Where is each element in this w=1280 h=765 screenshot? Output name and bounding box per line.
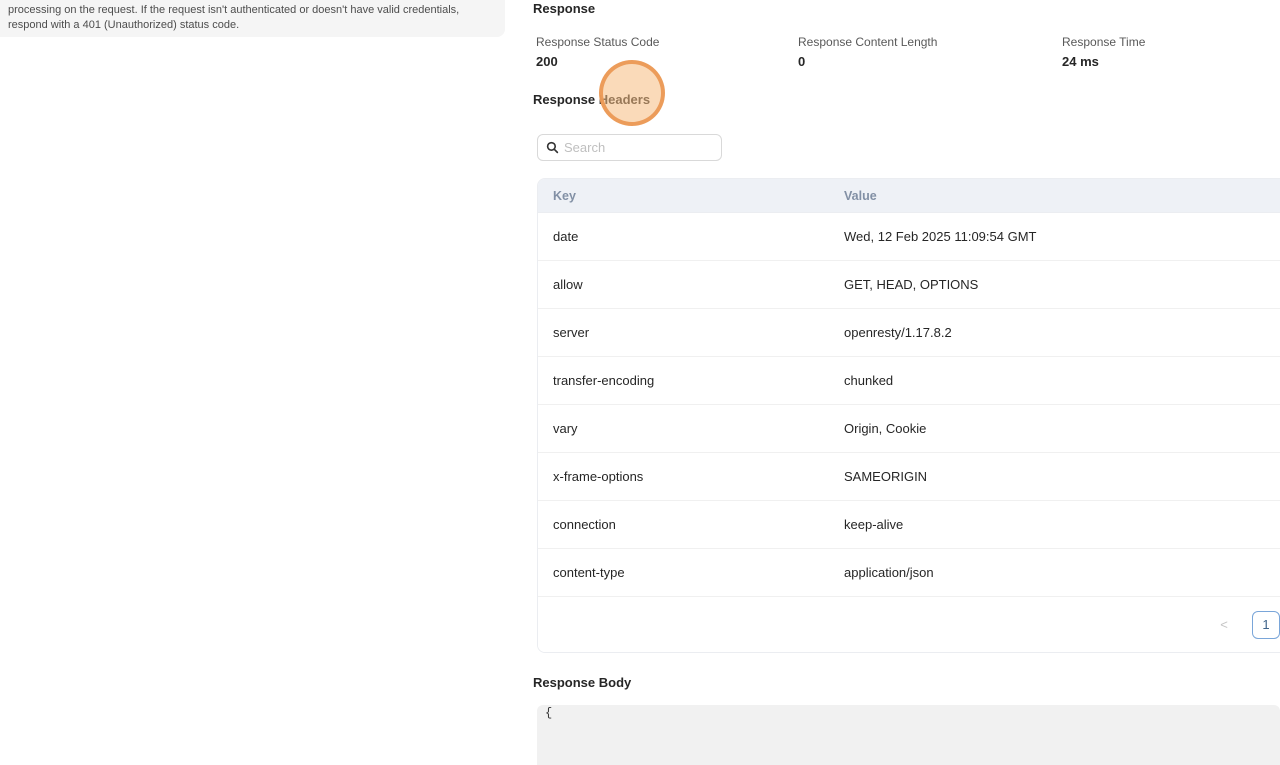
header-key: transfer-encoding bbox=[538, 373, 844, 388]
header-value: Origin, Cookie bbox=[844, 421, 1280, 436]
table-row: x-frame-options SAMEORIGIN bbox=[538, 453, 1280, 501]
table-row: server openresty/1.17.8.2 bbox=[538, 309, 1280, 357]
request-note-box: processing on the request. If the reques… bbox=[0, 0, 505, 37]
header-value: GET, HEAD, OPTIONS bbox=[844, 277, 1280, 292]
header-search-box[interactable] bbox=[537, 134, 722, 161]
stat-value: 24 ms bbox=[1062, 54, 1145, 69]
response-detail-page: { "note_box": { "text": "processing on t… bbox=[0, 0, 1280, 713]
header-key: allow bbox=[538, 277, 844, 292]
search-icon bbox=[546, 141, 559, 154]
table-row: connection keep-alive bbox=[538, 501, 1280, 549]
header-value: application/json bbox=[844, 565, 1280, 580]
response-body-title: Response Body bbox=[533, 675, 631, 690]
header-value: chunked bbox=[844, 373, 1280, 388]
response-headers-table: Key Value date Wed, 12 Feb 2025 11:09:54… bbox=[537, 178, 1280, 653]
header-key: x-frame-options bbox=[538, 469, 844, 484]
response-body-preview: { bbox=[545, 706, 552, 720]
response-body-code-block: { bbox=[537, 705, 1280, 765]
stat-label: Response Time bbox=[1062, 35, 1145, 49]
stat-label: Response Content Length bbox=[798, 35, 937, 49]
header-value: Wed, 12 Feb 2025 11:09:54 GMT bbox=[844, 229, 1280, 244]
stat-label: Response Status Code bbox=[536, 35, 659, 49]
header-value: SAMEORIGIN bbox=[844, 469, 1280, 484]
column-header-key: Key bbox=[538, 189, 844, 203]
stat-value: 0 bbox=[798, 54, 937, 69]
pagination-page-1-button[interactable]: 1 bbox=[1252, 611, 1280, 639]
table-row: transfer-encoding chunked bbox=[538, 357, 1280, 405]
table-row: content-type application/json bbox=[538, 549, 1280, 597]
stat-response-content-length: Response Content Length 0 bbox=[798, 35, 937, 69]
table-row: vary Origin, Cookie bbox=[538, 405, 1280, 453]
table-pagination: < 1 bbox=[538, 597, 1280, 652]
table-row: date Wed, 12 Feb 2025 11:09:54 GMT bbox=[538, 213, 1280, 261]
response-section-title: Response bbox=[533, 1, 595, 16]
table-header-row: Key Value bbox=[538, 179, 1280, 213]
stat-response-time: Response Time 24 ms bbox=[1062, 35, 1145, 69]
click-highlight-circle bbox=[599, 60, 665, 126]
column-header-value: Value bbox=[844, 189, 1280, 203]
request-note-text: processing on the request. If the reques… bbox=[8, 4, 459, 31]
header-key: server bbox=[538, 325, 844, 340]
header-key: vary bbox=[538, 421, 844, 436]
header-key: date bbox=[538, 229, 844, 244]
search-input[interactable] bbox=[564, 140, 713, 155]
header-value: keep-alive bbox=[844, 517, 1280, 532]
table-row: allow GET, HEAD, OPTIONS bbox=[538, 261, 1280, 309]
header-key: connection bbox=[538, 517, 844, 532]
chevron-left-icon: < bbox=[1220, 617, 1228, 632]
pagination-prev-button[interactable]: < bbox=[1212, 611, 1236, 639]
header-value: openresty/1.17.8.2 bbox=[844, 325, 1280, 340]
header-key: content-type bbox=[538, 565, 844, 580]
